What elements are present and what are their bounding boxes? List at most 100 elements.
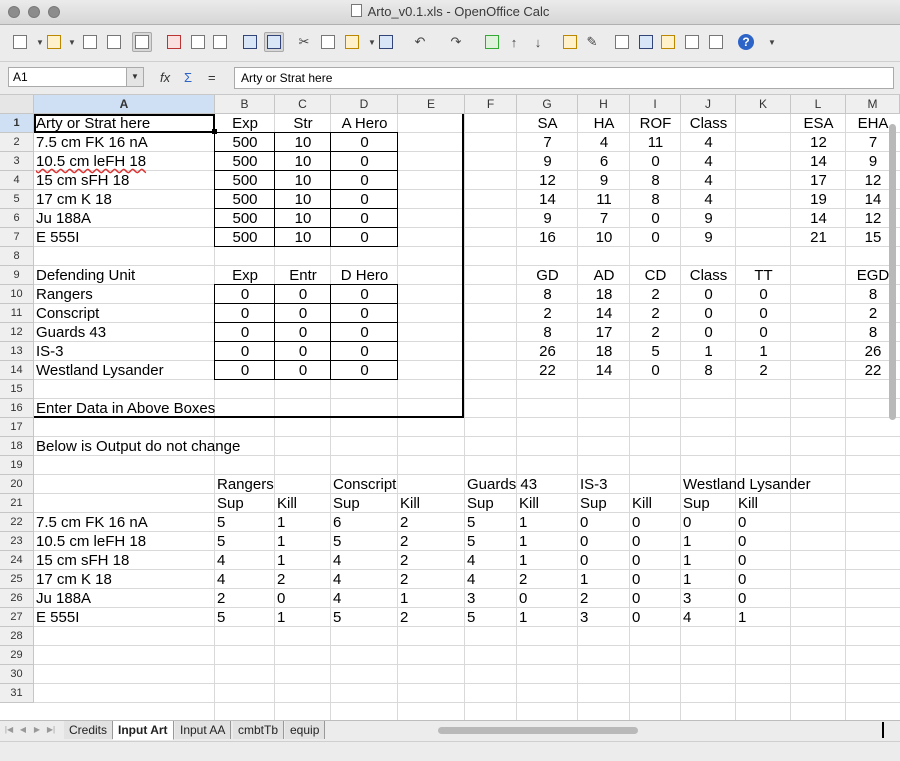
cell[interactable]: Class bbox=[683, 114, 734, 133]
column-header-j[interactable]: J bbox=[681, 95, 736, 114]
cell[interactable]: 3 bbox=[580, 608, 588, 627]
cell[interactable]: 1 bbox=[277, 532, 285, 551]
cell[interactable]: 1 bbox=[683, 532, 691, 551]
cell[interactable]: 10 bbox=[277, 152, 329, 171]
cell[interactable]: 5 bbox=[217, 532, 225, 551]
cell[interactable]: 0 bbox=[738, 532, 746, 551]
row-header-18[interactable]: 18 bbox=[0, 437, 34, 456]
save-icon[interactable] bbox=[80, 32, 100, 52]
cell[interactable] bbox=[738, 152, 789, 171]
cell[interactable]: 14 bbox=[580, 361, 628, 380]
cell[interactable]: 2 bbox=[400, 551, 408, 570]
cell[interactable]: 4 bbox=[683, 190, 734, 209]
cell[interactable]: Sup bbox=[467, 494, 494, 513]
cell[interactable] bbox=[793, 342, 844, 361]
tab-equip[interactable]: equip bbox=[285, 721, 326, 739]
cell[interactable]: Rangers bbox=[217, 475, 274, 494]
cell[interactable]: Westland Lysander bbox=[36, 361, 164, 380]
cell[interactable]: Below is Output do not change bbox=[36, 437, 240, 456]
cell[interactable]: Class bbox=[683, 266, 734, 285]
cell[interactable]: 1 bbox=[400, 589, 408, 608]
cell[interactable]: ROF bbox=[632, 114, 679, 133]
cell[interactable]: 0 bbox=[683, 304, 734, 323]
cell[interactable]: 9 bbox=[519, 152, 576, 171]
cell[interactable]: 4 bbox=[467, 570, 475, 589]
cell[interactable]: 4 bbox=[683, 608, 691, 627]
cell[interactable]: Kill bbox=[738, 494, 758, 513]
row-header-30[interactable]: 30 bbox=[0, 665, 34, 684]
open-dropdown-chevron-icon[interactable]: ▼ bbox=[62, 32, 82, 52]
edit-file-icon[interactable] bbox=[132, 32, 152, 52]
help-icon[interactable]: ? bbox=[736, 32, 756, 52]
cell[interactable] bbox=[793, 304, 844, 323]
cell[interactable]: 10.5 cm leFH 18 bbox=[36, 152, 146, 171]
cell[interactable]: 5 bbox=[217, 608, 225, 627]
row-header-4[interactable]: 4 bbox=[0, 171, 34, 190]
cell[interactable]: 0 bbox=[580, 513, 588, 532]
cell[interactable]: 18 bbox=[580, 342, 628, 361]
cell[interactable]: Sup bbox=[217, 494, 244, 513]
cell[interactable]: 0 bbox=[738, 551, 746, 570]
cell[interactable]: 8 bbox=[683, 361, 734, 380]
cell[interactable]: 1 bbox=[519, 513, 527, 532]
row-header-29[interactable]: 29 bbox=[0, 646, 34, 665]
cell[interactable]: 4 bbox=[683, 171, 734, 190]
column-header-c[interactable]: C bbox=[275, 95, 331, 114]
cell[interactable]: 500 bbox=[217, 209, 273, 228]
cell[interactable]: 2 bbox=[580, 589, 588, 608]
cell[interactable]: Guards 43 bbox=[467, 475, 537, 494]
tab-cmbttb[interactable]: cmbtTb bbox=[233, 721, 285, 739]
hyperlink-icon[interactable] bbox=[482, 32, 502, 52]
cell[interactable]: 3 bbox=[683, 589, 691, 608]
cell[interactable]: 0 bbox=[683, 513, 691, 532]
gallery-icon[interactable] bbox=[658, 32, 678, 52]
cell[interactable]: A Hero bbox=[333, 114, 396, 133]
find-icon[interactable] bbox=[612, 32, 632, 52]
autospellcheck-icon[interactable] bbox=[264, 32, 284, 52]
cell[interactable]: 1 bbox=[580, 570, 588, 589]
cell[interactable]: 7.5 cm FK 16 nA bbox=[36, 133, 148, 152]
cell[interactable]: 1 bbox=[519, 532, 527, 551]
cell[interactable]: 0 bbox=[632, 551, 640, 570]
cell[interactable]: 500 bbox=[217, 190, 273, 209]
cell[interactable]: 2 bbox=[632, 323, 679, 342]
cell[interactable]: 4 bbox=[333, 589, 341, 608]
cell[interactable]: 8 bbox=[519, 285, 576, 304]
cell[interactable]: 10 bbox=[277, 209, 329, 228]
cell[interactable]: Exp bbox=[217, 266, 273, 285]
cell[interactable]: 0 bbox=[632, 228, 679, 247]
cell[interactable]: 0 bbox=[217, 304, 273, 323]
cell[interactable]: Ju 188A bbox=[36, 209, 91, 228]
cell[interactable]: 500 bbox=[217, 228, 273, 247]
horizontal-scrollbar[interactable] bbox=[438, 727, 638, 734]
cell[interactable]: 19 bbox=[793, 190, 844, 209]
cell[interactable]: 7.5 cm FK 16 nA bbox=[36, 513, 148, 532]
cell[interactable]: Defending Unit bbox=[36, 266, 135, 285]
cell[interactable]: 4 bbox=[217, 551, 225, 570]
cell[interactable]: AD bbox=[580, 266, 628, 285]
cell[interactable]: 14 bbox=[793, 152, 844, 171]
column-header-b[interactable]: B bbox=[215, 95, 275, 114]
cell[interactable]: 8 bbox=[519, 323, 576, 342]
cell[interactable]: 26 bbox=[519, 342, 576, 361]
cell[interactable]: 9 bbox=[683, 209, 734, 228]
cell[interactable]: 0 bbox=[217, 285, 273, 304]
cell[interactable]: 0 bbox=[738, 570, 746, 589]
cell[interactable]: E 555I bbox=[36, 228, 79, 247]
cell[interactable]: Kill bbox=[277, 494, 297, 513]
cell[interactable]: 0 bbox=[333, 209, 396, 228]
row-header-10[interactable]: 10 bbox=[0, 285, 34, 304]
cell[interactable]: 14 bbox=[580, 304, 628, 323]
cell[interactable]: 9 bbox=[683, 228, 734, 247]
cell[interactable]: 0 bbox=[333, 152, 396, 171]
cell[interactable]: 2 bbox=[400, 513, 408, 532]
cell[interactable]: 11 bbox=[580, 190, 628, 209]
column-header-i[interactable]: I bbox=[630, 95, 681, 114]
cell[interactable]: 0 bbox=[632, 608, 640, 627]
cell[interactable]: 6 bbox=[333, 513, 341, 532]
cell[interactable]: 0 bbox=[277, 342, 329, 361]
cell[interactable]: 0 bbox=[580, 551, 588, 570]
cell[interactable] bbox=[738, 114, 789, 133]
cell[interactable]: 1 bbox=[683, 570, 691, 589]
cell[interactable]: 0 bbox=[333, 228, 396, 247]
